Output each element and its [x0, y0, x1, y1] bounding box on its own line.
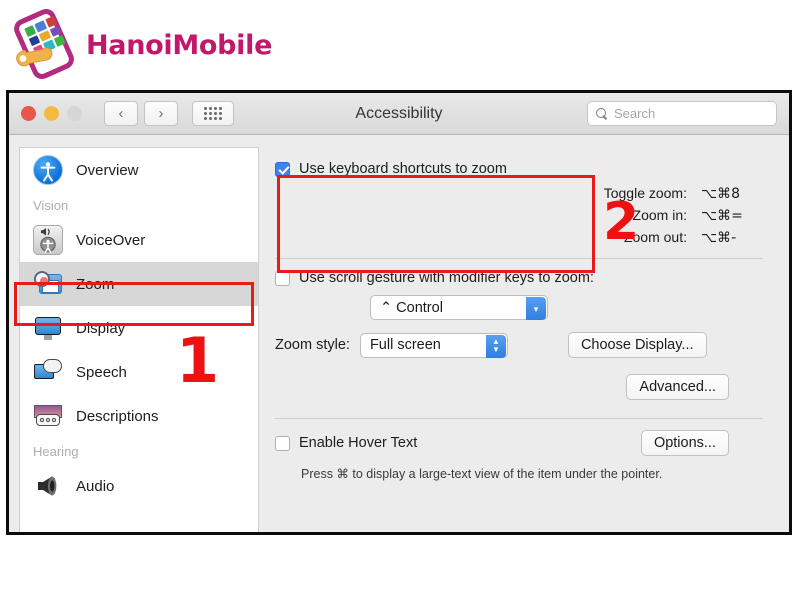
- sidebar-item-voiceover[interactable]: VoiceOver: [20, 218, 258, 262]
- sidebar-item-label: Descriptions: [76, 407, 159, 425]
- modifier-key-value: ⌃ Control: [380, 299, 443, 316]
- hover-text-label: Enable Hover Text: [299, 435, 418, 451]
- hover-text-row: Enable Hover Text Options...: [275, 430, 763, 456]
- annotation-marker-2: 2: [603, 192, 640, 252]
- search-field[interactable]: Search: [587, 101, 777, 126]
- keyboard-shortcuts-label: Use keyboard shortcuts to zoom: [299, 161, 507, 177]
- choose-display-button[interactable]: Choose Display...: [567, 332, 707, 358]
- advanced-button[interactable]: Advanced...: [626, 374, 729, 400]
- brand-logo-block: HanoiMobile: [8, 5, 273, 83]
- zoom-magnifier-icon: [33, 269, 63, 299]
- shortcut-keys: ⌥⌘8: [701, 186, 741, 202]
- keyboard-shortcuts-checkbox[interactable]: [275, 161, 290, 177]
- close-button[interactable]: [21, 106, 36, 121]
- window-traffic-lights: [21, 106, 82, 121]
- annotation-marker-1: 1: [176, 324, 220, 397]
- sidebar-item-label: Audio: [76, 477, 115, 495]
- sidebar-item-overview[interactable]: Overview: [20, 148, 258, 192]
- sidebar-section-hearing: Hearing: [33, 443, 79, 459]
- maximize-button[interactable]: [67, 106, 82, 121]
- accessibility-person-icon: [33, 155, 63, 185]
- keyboard-shortcuts-group: Use keyboard shortcuts to zoom Toggle zo…: [275, 161, 763, 246]
- keyboard-shortcuts-checkbox-row[interactable]: Use keyboard shortcuts to zoom: [275, 161, 763, 177]
- advanced-row: Advanced...: [275, 374, 763, 400]
- sidebar-item-label: Overview: [76, 161, 139, 179]
- forward-button[interactable]: ›: [144, 101, 178, 126]
- zoom-style-value: Full screen: [369, 337, 441, 353]
- shortcut-row: Toggle zoom: ⌥⌘8: [275, 185, 763, 202]
- hover-text-checkbox[interactable]: [275, 435, 290, 451]
- search-icon: [596, 107, 608, 120]
- display-monitor-icon: [33, 313, 63, 343]
- speaker-icon: [33, 471, 63, 501]
- show-all-grid-button[interactable]: [192, 101, 234, 126]
- sidebar-item-label: Zoom: [76, 275, 115, 293]
- zoom-style-row: Zoom style: Full screen ▲ ▼ Choose Displa…: [275, 332, 763, 358]
- minimize-button[interactable]: [44, 106, 59, 121]
- window-titlebar: ‹ › Accessibility Search: [9, 93, 789, 135]
- shortcut-keys: ⌥⌘-: [701, 230, 737, 246]
- brand-name: HanoiMobile: [86, 29, 273, 61]
- scroll-gesture-label: Use scroll gesture with modifier keys to…: [299, 270, 594, 286]
- zoom-style-label: Zoom style:: [275, 337, 350, 353]
- accessibility-sidebar: Overview Vision VoiceOver Zoom Display S…: [19, 147, 259, 532]
- divider-1: [275, 258, 763, 259]
- sidebar-item-label: Speech: [76, 363, 127, 381]
- sidebar-item-display[interactable]: Display: [20, 306, 258, 350]
- hover-text-checkbox-row[interactable]: Enable Hover Text: [275, 435, 417, 451]
- grid-icon: [204, 107, 222, 120]
- chevron-up-down-icon[interactable]: ▲ ▼: [485, 334, 506, 358]
- sidebar-item-descriptions[interactable]: Descriptions: [20, 394, 258, 438]
- window-body: Overview Vision VoiceOver Zoom Display S…: [9, 135, 789, 532]
- system-preferences-window: ‹ › Accessibility Search Overview Vision…: [6, 90, 792, 535]
- hover-text-hint: Press ⌘ to display a large-text view of …: [301, 467, 663, 481]
- chevron-down-icon[interactable]: ▾: [526, 297, 546, 320]
- navigation-buttons: ‹ ›: [104, 101, 178, 126]
- back-button[interactable]: ‹: [104, 101, 138, 126]
- divider-2: [275, 418, 763, 419]
- options-button[interactable]: Options...: [640, 430, 729, 456]
- scroll-gesture-checkbox[interactable]: [275, 270, 290, 286]
- sidebar-item-audio[interactable]: Audio: [20, 464, 258, 508]
- shortcut-row: Zoom out: ⌥⌘-: [275, 229, 763, 246]
- modifier-key-dropdown[interactable]: ⌃ Control ▾: [370, 295, 548, 320]
- descriptions-icon: [33, 401, 63, 431]
- speech-bubble-icon: [33, 357, 63, 387]
- sidebar-item-label: VoiceOver: [76, 231, 146, 249]
- sidebar-item-zoom[interactable]: Zoom: [20, 262, 258, 306]
- hanoimobile-phone-wrench-icon: [8, 5, 82, 83]
- shortcut-list: Toggle zoom: ⌥⌘8 Zoom in: ⌥⌘= Zoom out: …: [275, 185, 763, 246]
- sidebar-item-speech[interactable]: Speech: [20, 350, 258, 394]
- scroll-gesture-checkbox-row[interactable]: Use scroll gesture with modifier keys to…: [275, 270, 763, 286]
- sidebar-section-vision: Vision: [33, 197, 69, 213]
- shortcut-keys: ⌥⌘=: [701, 208, 743, 224]
- sidebar-item-label: Display: [76, 319, 126, 337]
- zoom-style-dropdown[interactable]: Full screen ▲ ▼: [359, 332, 508, 358]
- shortcut-name: Zoom in:: [632, 207, 687, 223]
- search-placeholder: Search: [614, 106, 656, 121]
- shortcut-row: Zoom in: ⌥⌘=: [275, 207, 763, 224]
- zoom-settings-pane: Use keyboard shortcuts to zoom Toggle zo…: [259, 147, 779, 532]
- voiceover-icon: [33, 225, 63, 255]
- screenshot-root: HanoiMobile ‹ › Accessibility Search Ove…: [0, 0, 800, 600]
